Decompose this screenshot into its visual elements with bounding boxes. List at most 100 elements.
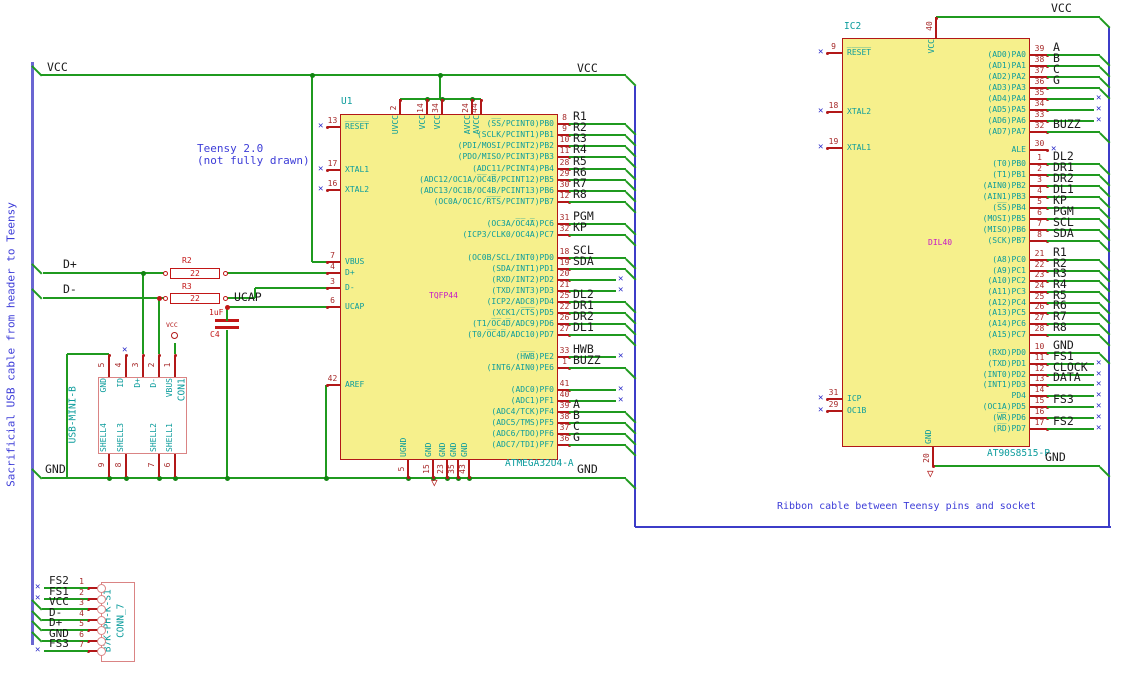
pin-name: ALE [1011,145,1026,154]
wire [44,650,88,652]
note-sacrificial-cable: Sacrificial USB cable from header to Tee… [4,202,18,487]
wire [569,201,626,203]
net-label[interactable]: R8 [1053,321,1067,334]
pin-number: 9 [562,124,567,133]
pin-number: 25 [1034,292,1045,301]
pin-name: GND [924,429,933,444]
pin-name: GND [449,442,458,457]
pin-terminal [1045,148,1049,152]
u1-value[interactable]: ATMEGA32U4-A [505,459,574,469]
r3-ref[interactable]: R3 [182,283,192,291]
u1-ref[interactable]: U1 [341,97,352,107]
vcc-symbol-icon [171,332,178,339]
pin-number: 26 [559,313,570,322]
pin-number: 8 [562,113,567,122]
conn1-ref[interactable]: CON1 [176,370,187,410]
no-connect-icon: ✕ [618,395,624,405]
pin-number: 40 [925,21,934,31]
ic2-ref[interactable]: IC2 [844,22,861,32]
net-label[interactable]: R8 [573,188,587,201]
c4-value: 1uF [209,308,224,317]
pin-number: 23 [1034,270,1045,279]
resistor-terminal [162,270,168,276]
conn7-ref[interactable]: CONN_7 [115,578,126,664]
no-connect-icon: ✕ [818,393,824,403]
c4-plate-bottom[interactable] [215,326,239,329]
wire [1047,109,1094,111]
net-label[interactable]: KP [573,221,587,234]
net-label[interactable]: DL1 [573,321,594,334]
pin-terminal [325,305,329,309]
bus-entry [625,75,637,87]
pin [125,356,127,377]
pin [407,460,409,477]
ic2-value[interactable]: AT90S8515-P [987,449,1050,459]
pin [108,454,110,477]
pin-name: (ADC0)PF0 [510,385,554,394]
pin-name: VCC [927,39,936,54]
net-label[interactable]: G [573,431,580,444]
net-label[interactable]: D- [63,283,77,296]
pin-number: 8 [1037,230,1042,239]
net-label[interactable]: G [1053,74,1060,87]
net-label[interactable]: DATA [1053,371,1081,384]
pin-name: (XCK1/C̅T̅S̅)PD5 [491,308,554,317]
net-label[interactable]: UCAP [234,291,262,304]
pin-number: 8 [114,462,123,468]
net-label[interactable]: FS3 [1053,393,1074,406]
pin-number: 5 [397,466,406,472]
pin-number: 6 [1037,208,1042,217]
pin [432,460,434,477]
pin-terminal [325,125,329,129]
net-label[interactable]: BUZZ [573,354,601,367]
pin-name: (ICP2/ADC8)PD4 [486,297,554,306]
r2-ref[interactable]: R2 [182,257,192,265]
junction-dot [309,72,315,78]
pin-name: UVCC [391,115,400,135]
no-connect-icon: ✕ [1096,412,1102,422]
wire [255,287,327,289]
pin [327,126,340,128]
pin-name: D- [149,378,158,388]
pin-number: 22 [559,302,570,311]
wire [1047,384,1094,386]
pin-terminal [467,475,471,479]
net-label[interactable]: D+ [63,258,77,271]
wire [569,268,626,270]
net-label[interactable]: BUZZ [1053,118,1081,131]
wire [439,75,441,99]
usb-cable-bus [30,62,34,645]
net-label[interactable]: VCC [47,61,68,74]
pin-number: 43 [458,464,467,474]
resistor-terminal [222,295,228,301]
wire [1047,98,1094,100]
net-label[interactable]: SDA [1053,227,1074,240]
pin-name: (ADC12/OC1A/O̅C̅4̅B̅/PCINT12)PB5 [419,175,554,184]
net-label[interactable]: VCC [1051,2,1072,15]
pin-number: 16 [327,179,338,188]
wire [1047,240,1100,242]
pin-terminal [325,188,329,192]
net-label[interactable]: VCC [577,62,598,75]
net-label[interactable]: SDA [573,255,594,268]
no-connect-icon: ✕ [1096,115,1102,125]
no-connect-icon: ✕ [618,384,624,394]
pin-number: 35 [1034,88,1045,97]
pin [1030,240,1047,242]
junction-dot [224,304,230,310]
pin-number: 15 [1034,396,1045,405]
pin-number: 24 [1034,281,1045,290]
pin-number: 26 [1034,302,1045,311]
pin-number: 36 [559,434,570,443]
pin-terminal [107,353,111,357]
net-label[interactable]: GND [45,463,66,476]
net-label[interactable]: GND [1045,451,1066,464]
no-connect-icon: ✕ [318,184,324,194]
c4-ref[interactable]: C4 [210,331,220,339]
wire [569,279,616,281]
pin-number: 28 [559,158,570,167]
pin-number: 3 [79,598,84,607]
conn1-value[interactable]: USB-MINI-B [67,372,78,458]
net-label[interactable]: FS2 [1053,415,1074,428]
net-label[interactable]: GND [577,463,598,476]
